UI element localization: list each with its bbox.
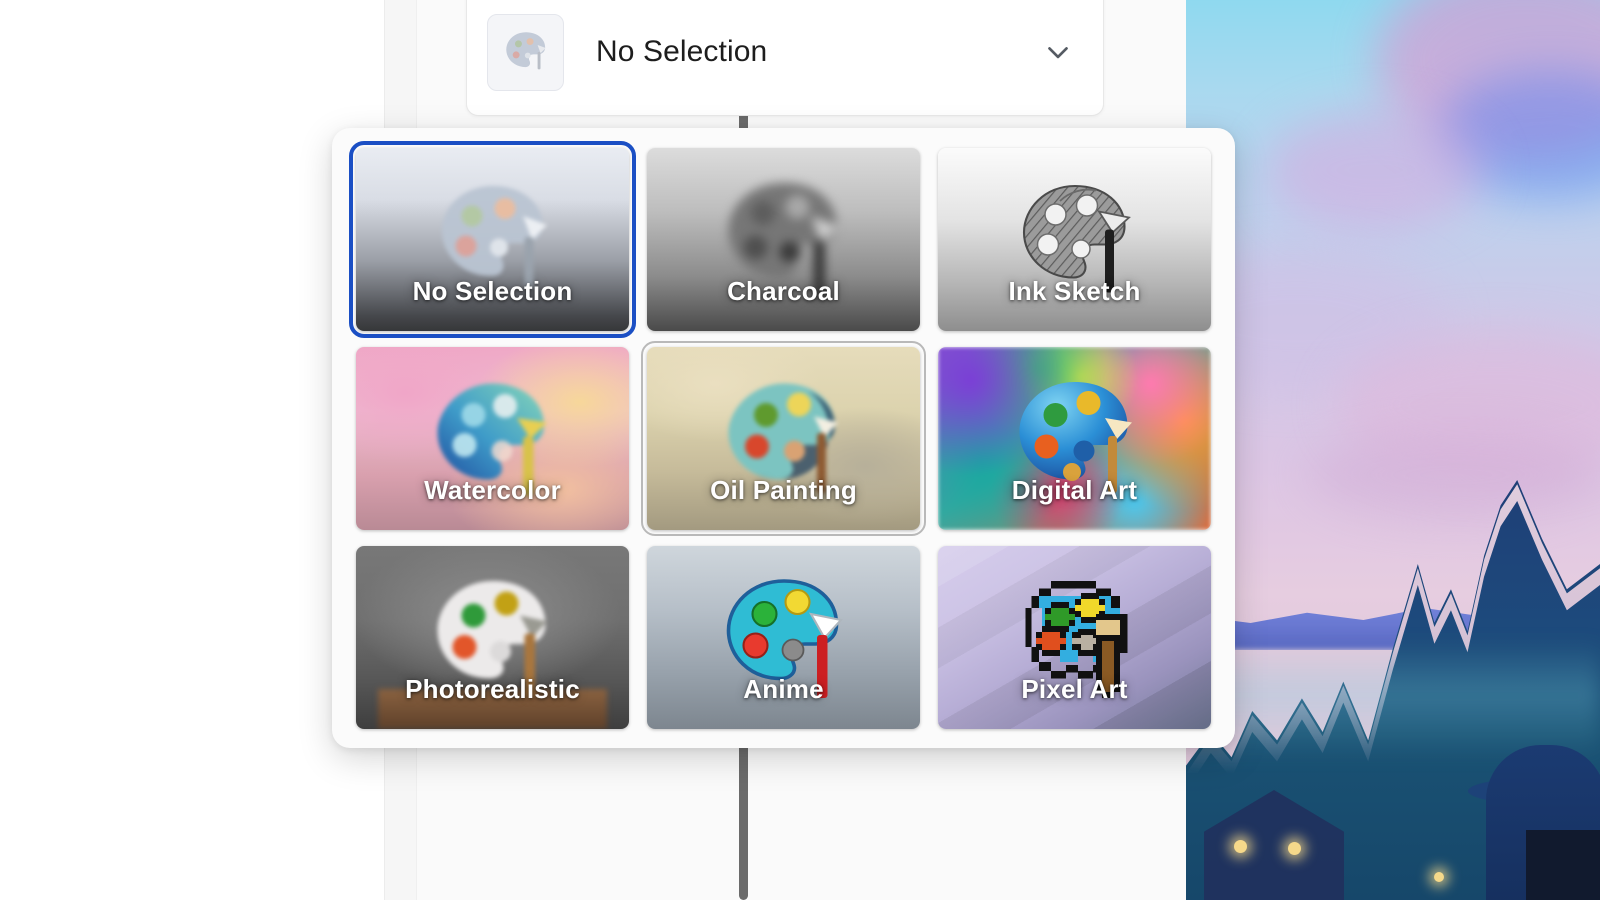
style-option-anime[interactable]: Anime xyxy=(647,546,920,729)
window-light xyxy=(1234,840,1247,853)
style-option-ink-sketch[interactable]: Ink Sketch xyxy=(938,148,1211,331)
app-root: No Selection No Selection Charcoal Ink S… xyxy=(0,0,1600,900)
style-option-label: Digital Art xyxy=(1011,475,1138,505)
style-option-label: Watercolor xyxy=(424,475,561,505)
style-selector-combobox[interactable]: No Selection xyxy=(466,0,1104,116)
window-light xyxy=(1288,842,1301,855)
style-option-label: Ink Sketch xyxy=(1008,276,1141,306)
cloud-shape xyxy=(1266,110,1486,230)
style-options-dropdown[interactable]: No Selection Charcoal Ink Sketch Waterco… xyxy=(332,128,1235,748)
style-option-label: Charcoal xyxy=(727,276,840,306)
style-option-digital-art[interactable]: Digital Art xyxy=(938,347,1211,530)
style-option-pixel-art[interactable]: Pixel Art xyxy=(938,546,1211,729)
style-option-oil-painting[interactable]: Oil Painting xyxy=(641,341,926,536)
style-option-label: Anime xyxy=(743,674,824,704)
style-option-label: No Selection xyxy=(412,276,573,306)
preview-artwork xyxy=(1186,0,1600,900)
selected-style-thumbnail xyxy=(487,13,564,91)
selected-style-label: No Selection xyxy=(596,35,768,68)
style-options-grid: No Selection Charcoal Ink Sketch Waterco… xyxy=(349,141,1211,729)
style-option-label: Photorealistic xyxy=(405,674,580,704)
style-option-no-selection[interactable]: No Selection xyxy=(349,141,636,338)
chevron-down-icon[interactable] xyxy=(1041,35,1075,69)
window-light xyxy=(1434,872,1444,882)
style-option-watercolor[interactable]: Watercolor xyxy=(356,347,629,530)
style-option-charcoal[interactable]: Charcoal xyxy=(647,148,920,331)
style-option-label: Pixel Art xyxy=(1021,674,1128,704)
palette-icon xyxy=(505,32,546,70)
foreground-shadow xyxy=(1526,830,1600,900)
cloud-shape xyxy=(1306,430,1600,520)
style-option-label: Oil Painting xyxy=(710,475,857,505)
mist-layer xyxy=(1186,640,1600,760)
style-option-photorealistic[interactable]: Photorealistic xyxy=(356,546,629,729)
